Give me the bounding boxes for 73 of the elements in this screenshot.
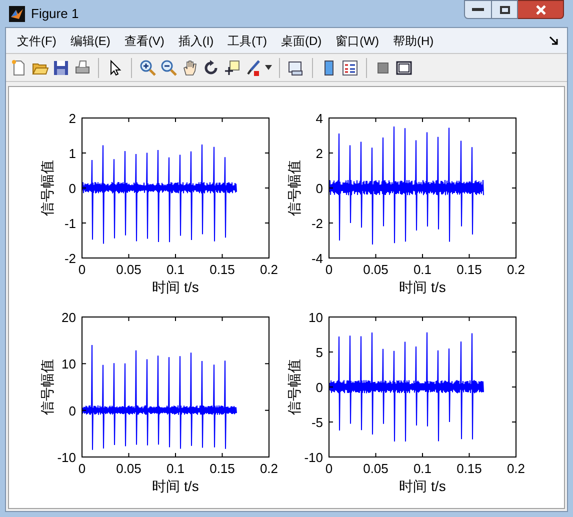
tick-label: 0.15 [210, 262, 235, 277]
tick-label: 0 [78, 461, 86, 476]
tick-label: 20 [62, 310, 76, 325]
tick-label: -5 [311, 415, 323, 430]
tick-label: 0.15 [456, 461, 482, 476]
menu-item[interactable]: 插入(I) [171, 32, 221, 50]
save-icon[interactable] [52, 58, 70, 76]
menu-item[interactable]: 工具(T) [220, 32, 274, 50]
tick-label: -2 [64, 251, 76, 266]
tick-label: -10 [304, 450, 323, 465]
zoom-out-icon[interactable] [160, 58, 178, 76]
axis-label: 信号幅值 [39, 160, 55, 216]
tick-label: 0.2 [260, 262, 278, 277]
minimize-button[interactable] [464, 0, 492, 19]
tick-label: 0 [325, 262, 333, 277]
tick-label: 0.05 [116, 461, 142, 476]
data-cursor-icon[interactable] [223, 58, 241, 76]
menu-item[interactable]: 查看(V) [117, 32, 172, 50]
axis-label: 时间 t/s [399, 478, 446, 494]
axis-label: 信号幅值 [286, 160, 302, 216]
axis-label: 信号幅值 [286, 359, 302, 415]
tick-label: 5 [316, 345, 323, 360]
axis-label: 时间 t/s [399, 279, 446, 295]
tick-label: 4 [316, 111, 323, 126]
tick-label: 0.15 [456, 262, 482, 277]
tick-label: 2 [316, 146, 323, 161]
axis-label: 信号幅值 [39, 359, 55, 415]
hand-icon[interactable] [181, 58, 199, 76]
caret-icon[interactable] [265, 65, 272, 70]
tick-label: 0.2 [260, 461, 278, 476]
tick-label: 0.1 [413, 461, 432, 476]
tick-label: 0.1 [166, 262, 185, 277]
menu-item[interactable]: 编辑(E) [63, 32, 118, 50]
panel-frame-icon[interactable] [395, 58, 413, 76]
tick-label: 0.2 [506, 262, 526, 277]
tick-label: 0.05 [363, 461, 388, 476]
tick-label: 0 [325, 461, 333, 476]
menu-item[interactable]: 窗口(W) [328, 32, 386, 50]
tick-label: 10 [308, 310, 323, 325]
dock-arrow-icon[interactable] [549, 36, 559, 46]
legend-icon[interactable] [341, 58, 359, 76]
tick-label: -4 [311, 251, 323, 266]
menu-item[interactable]: 文件(F) [10, 32, 64, 50]
rotate-icon[interactable] [202, 58, 220, 76]
tick-label: 0 [78, 262, 86, 277]
tick-label: 0.1 [413, 262, 432, 277]
tick-label: 0 [316, 380, 323, 395]
tick-label: 0.05 [363, 262, 388, 277]
maximize-button[interactable] [492, 0, 518, 19]
tick-label: 10 [62, 356, 76, 372]
close-icon [536, 4, 546, 14]
tick-label: 0.15 [210, 461, 235, 476]
app-logo-icon [9, 6, 25, 22]
tick-label: 0.1 [166, 461, 185, 476]
tick-label: 0 [68, 181, 76, 196]
axis-label: 时间 t/s [152, 478, 199, 494]
tick-label: 0 [68, 403, 76, 418]
linked-plot-icon[interactable] [287, 58, 305, 76]
tick-label: 1 [68, 146, 76, 161]
menu-item[interactable]: 桌面(D) [274, 32, 329, 50]
menu-item[interactable]: 帮助(H) [386, 32, 441, 50]
printer-icon[interactable] [73, 58, 91, 76]
tick-label: -2 [311, 216, 323, 231]
tick-label: -10 [57, 450, 76, 465]
tick-label: 2 [68, 111, 76, 126]
axis-label: 时间 t/s [152, 279, 199, 295]
close-button[interactable] [518, 0, 564, 19]
tick-label: 0 [316, 181, 323, 196]
tick-label: 0.2 [506, 461, 526, 476]
tick-label: -1 [64, 216, 76, 231]
zoom-in-icon[interactable] [139, 58, 157, 76]
window-title: Figure 1 [31, 4, 79, 23]
tick-label: 0.05 [116, 262, 142, 277]
